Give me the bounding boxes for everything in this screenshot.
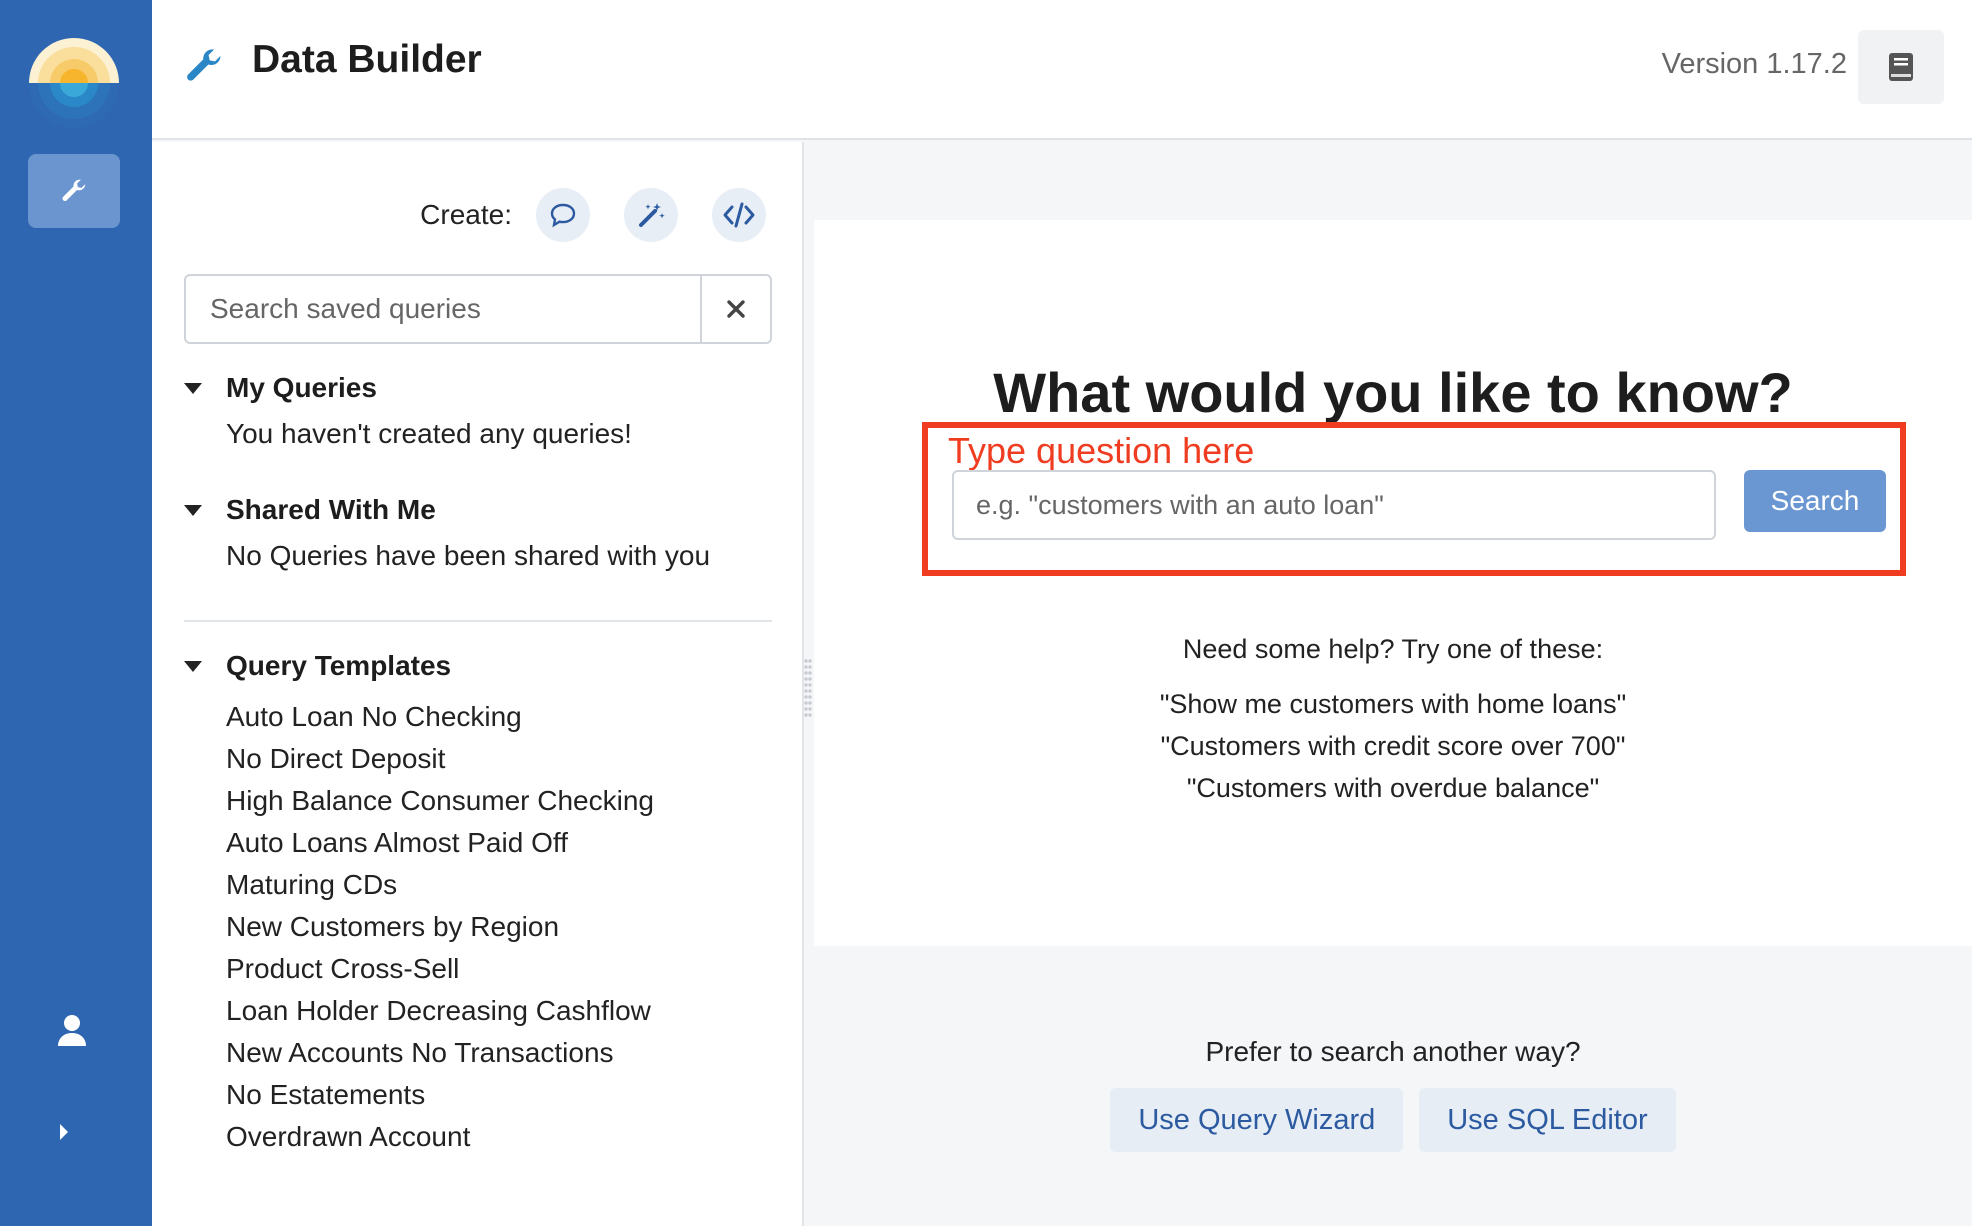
template-item[interactable]: High Balance Consumer Checking xyxy=(226,780,654,822)
question-input[interactable] xyxy=(952,470,1716,540)
left-rail xyxy=(0,0,152,1226)
ask-title: What would you like to know? xyxy=(993,361,1793,424)
template-item[interactable]: New Customers by Region xyxy=(226,906,654,948)
template-item[interactable]: No Direct Deposit xyxy=(226,738,654,780)
shared-title: Shared With Me xyxy=(226,494,436,525)
template-item[interactable]: No Estatements xyxy=(226,1074,654,1116)
query-wizard-button[interactable]: Use Query Wizard xyxy=(1110,1088,1404,1152)
sidebar-resize-handle[interactable] xyxy=(804,658,812,718)
template-item[interactable]: Loan Holder Decreasing Cashflow xyxy=(226,990,654,1032)
sql-editor-button[interactable]: Use SQL Editor xyxy=(1419,1088,1676,1152)
wrench-icon xyxy=(187,49,221,81)
docs-button[interactable] xyxy=(1858,30,1944,104)
templates-list: Auto Loan No Checking No Direct Deposit … xyxy=(226,696,654,1158)
clear-search-button[interactable] xyxy=(700,276,770,342)
templates-toggle[interactable]: Query Templates xyxy=(184,646,654,686)
book-icon xyxy=(1889,53,1913,81)
magic-wand-icon xyxy=(639,203,665,227)
template-item[interactable]: Auto Loan No Checking xyxy=(226,696,654,738)
saved-queries-search xyxy=(184,274,772,344)
question-highlight-box: Type question here Search xyxy=(922,422,1906,576)
caret-down-icon xyxy=(184,504,202,516)
saved-queries-search-input[interactable] xyxy=(186,276,700,342)
help-examples: Need some help? Try one of these: "Show … xyxy=(814,634,1972,809)
create-natural-language-button[interactable] xyxy=(536,188,590,242)
page-title: Data Builder xyxy=(252,38,482,81)
my-queries-title: My Queries xyxy=(226,372,377,403)
caret-down-icon xyxy=(184,660,202,672)
help-heading: Need some help? Try one of these: xyxy=(1182,634,1604,664)
ask-question-card: What would you like to know? Type questi… xyxy=(814,220,1972,946)
my-queries-section: My Queries You haven't created any queri… xyxy=(184,368,632,450)
sidebar-divider xyxy=(184,620,772,622)
my-queries-empty: You haven't created any queries! xyxy=(226,418,632,449)
example-query[interactable]: "Customers with overdue balance" xyxy=(814,767,1972,809)
templates-section: Query Templates Auto Loan No Checking No… xyxy=(184,646,654,1158)
wrench-icon xyxy=(62,179,86,201)
template-item[interactable]: Maturing CDs xyxy=(226,864,654,906)
create-sql-button[interactable] xyxy=(712,188,766,242)
templates-title: Query Templates xyxy=(226,650,452,681)
example-query[interactable]: "Customers with credit score over 700" xyxy=(814,725,1972,767)
template-item[interactable]: Auto Loans Almost Paid Off xyxy=(226,822,654,864)
version-label: Version 1.17.2 xyxy=(1661,48,1847,80)
create-wizard-button[interactable] xyxy=(624,188,678,242)
close-icon xyxy=(727,300,745,318)
template-item[interactable]: Product Cross-Sell xyxy=(226,948,654,990)
alternative-search: Prefer to search another way? Use Query … xyxy=(814,1036,1972,1152)
create-toolbar: Create: xyxy=(420,188,766,242)
shared-empty: No Queries have been shared with you xyxy=(226,540,711,571)
shared-section: Shared With Me No Queries have been shar… xyxy=(184,490,710,572)
user-icon[interactable] xyxy=(58,1014,86,1046)
code-icon xyxy=(723,202,755,228)
template-item[interactable]: Overdrawn Account xyxy=(226,1116,654,1158)
app-header: Data Builder Version 1.17.2 xyxy=(152,0,1972,140)
data-builder-nav-button[interactable] xyxy=(28,154,120,228)
app-logo[interactable] xyxy=(29,38,119,128)
create-label: Create: xyxy=(420,199,512,230)
type-question-hint: Type question here xyxy=(948,430,1255,471)
template-item[interactable]: New Accounts No Transactions xyxy=(226,1032,654,1074)
speech-bubble-icon xyxy=(550,203,576,228)
my-queries-toggle[interactable]: My Queries xyxy=(184,368,632,408)
search-button[interactable]: Search xyxy=(1744,470,1886,532)
queries-sidebar: Create: Search saved queries My Queries … xyxy=(152,142,804,1226)
alt-heading: Prefer to search another way? xyxy=(1205,1036,1581,1067)
expand-rail-icon[interactable] xyxy=(58,1122,70,1142)
shared-toggle[interactable]: Shared With Me xyxy=(184,490,710,530)
caret-down-icon xyxy=(184,382,202,394)
example-query[interactable]: "Show me customers with home loans" xyxy=(814,683,1972,725)
